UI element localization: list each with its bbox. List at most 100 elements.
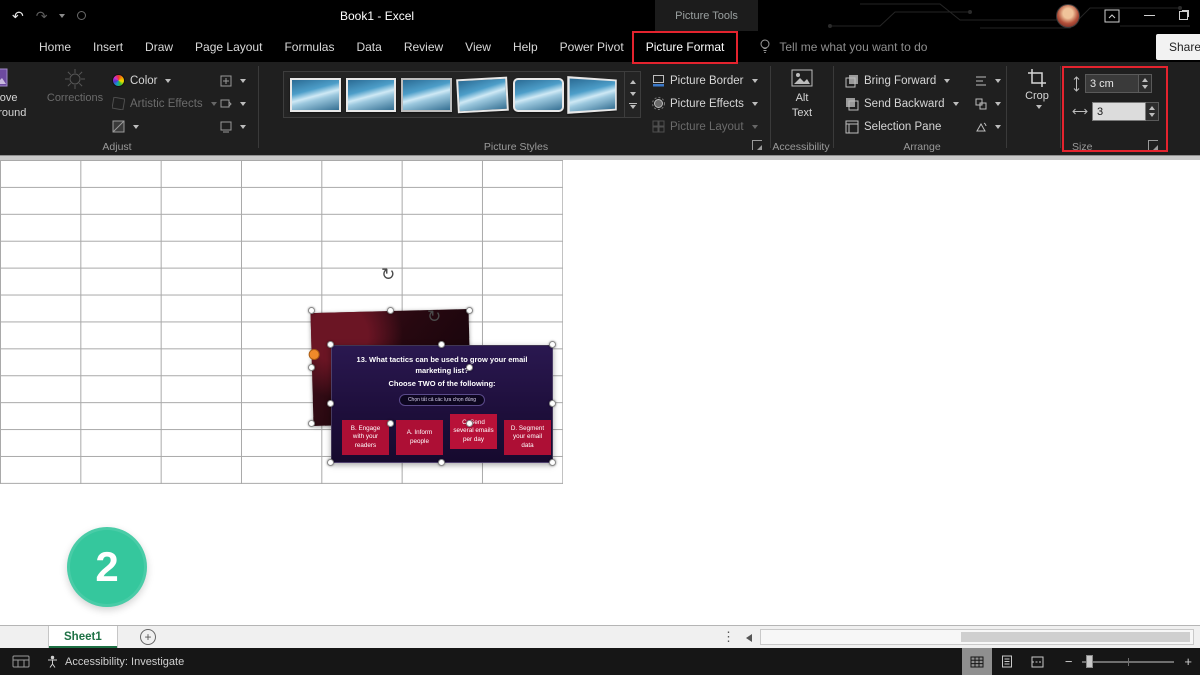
- tab-power-pivot[interactable]: Power Pivot: [549, 31, 635, 62]
- rotate-objects-button[interactable]: [975, 116, 1001, 137]
- scroll-left-icon[interactable]: [746, 634, 752, 642]
- spinner-down-icon[interactable]: [1149, 113, 1155, 117]
- selection-handle[interactable]: [466, 364, 473, 371]
- picture-badge-dot: [308, 349, 319, 360]
- bring-forward-button[interactable]: Bring Forward: [845, 70, 950, 91]
- picture-effects-button[interactable]: Picture Effects: [652, 93, 758, 114]
- selection-handle[interactable]: [327, 459, 334, 466]
- status-mode-icon[interactable]: [12, 655, 30, 668]
- selection-handle[interactable]: [308, 364, 315, 371]
- group-objects-button[interactable]: [975, 93, 1001, 114]
- selection-handle[interactable]: [308, 420, 315, 427]
- tab-help[interactable]: Help: [502, 31, 549, 62]
- compress-picture-button[interactable]: [220, 70, 246, 91]
- group-label-size: Size: [1072, 141, 1106, 153]
- selection-handle[interactable]: [327, 400, 334, 407]
- spinner-up-icon[interactable]: [1142, 78, 1148, 82]
- color-button[interactable]: Color: [112, 70, 171, 91]
- selected-picture-front[interactable]: 13. What tactics can be used to grow you…: [331, 345, 553, 463]
- accessibility-icon: [46, 655, 59, 668]
- dialog-launcher-icon[interactable]: [752, 140, 762, 150]
- tab-draw[interactable]: Draw: [134, 31, 184, 62]
- share-button[interactable]: Share: [1156, 34, 1200, 60]
- crop-button[interactable]: Crop: [1014, 68, 1060, 109]
- tab-picture-format[interactable]: Picture Format: [635, 31, 736, 62]
- selection-handle[interactable]: [549, 459, 556, 466]
- picture-style-thumbnail[interactable]: [456, 76, 508, 113]
- picture-style-thumbnail[interactable]: [401, 78, 452, 112]
- step-number-badge: 2: [67, 527, 147, 607]
- view-page-break-button[interactable]: [1022, 648, 1052, 675]
- selection-handle[interactable]: [466, 420, 473, 427]
- send-backward-button[interactable]: Send Backward: [845, 93, 959, 114]
- selection-handle[interactable]: [466, 307, 473, 314]
- artistic-effects-button[interactable]: Artistic Effects: [112, 93, 217, 114]
- undo-icon[interactable]: ↶: [12, 9, 24, 23]
- selection-handle[interactable]: [549, 400, 556, 407]
- restore-icon[interactable]: [1179, 11, 1188, 20]
- rotate-handle-icon[interactable]: ↻: [381, 266, 395, 283]
- tab-data[interactable]: Data: [345, 31, 392, 62]
- redo-icon[interactable]: ↷: [36, 9, 48, 23]
- selection-handle[interactable]: [549, 341, 556, 348]
- reset-picture-button[interactable]: [220, 116, 246, 137]
- tab-insert[interactable]: Insert: [82, 31, 134, 62]
- view-normal-button[interactable]: [962, 648, 992, 675]
- dialog-launcher-icon[interactable]: [1148, 140, 1158, 150]
- customize-qat-icon[interactable]: [59, 14, 65, 18]
- gallery-more-icon[interactable]: [629, 103, 637, 109]
- corrections-button[interactable]: Corrections: [42, 68, 108, 105]
- spinner-down-icon[interactable]: [1142, 85, 1148, 89]
- tell-me-box[interactable]: Tell me what you want to do: [759, 39, 927, 54]
- picture-style-thumbnail[interactable]: [290, 78, 341, 112]
- new-sheet-icon[interactable]: +: [140, 629, 156, 645]
- zoom-out-icon[interactable]: −: [1065, 655, 1073, 668]
- user-avatar[interactable]: [1056, 4, 1080, 28]
- accessibility-status[interactable]: Accessibility: Investigate: [46, 655, 184, 668]
- picture-border-button[interactable]: Picture Border: [652, 70, 758, 91]
- tab-formulas[interactable]: Formulas: [273, 31, 345, 62]
- selection-handle[interactable]: [387, 307, 394, 314]
- tab-page-layout[interactable]: Page Layout: [184, 31, 273, 62]
- gallery-down-icon[interactable]: [630, 92, 636, 96]
- change-picture-button[interactable]: [220, 93, 246, 114]
- selection-handle[interactable]: [438, 459, 445, 466]
- tab-home[interactable]: Home: [28, 31, 82, 62]
- view-page-layout-button[interactable]: [992, 648, 1022, 675]
- minimize-icon[interactable]: [1144, 15, 1155, 16]
- picture-style-thumbnail[interactable]: [513, 78, 564, 112]
- scrollbar-thumb[interactable]: [961, 632, 1190, 642]
- group-label-arrange: Arrange: [892, 141, 952, 153]
- gallery-up-icon[interactable]: [630, 80, 636, 84]
- spinner-up-icon[interactable]: [1149, 106, 1155, 110]
- shape-width-field[interactable]: [1092, 102, 1146, 121]
- selection-handle[interactable]: [327, 341, 334, 348]
- align-button[interactable]: [975, 70, 1001, 91]
- zoom-in-icon[interactable]: +: [1184, 655, 1192, 668]
- zoom-slider-thumb[interactable]: [1086, 655, 1093, 668]
- alt-text-button[interactable]: Alt Text: [777, 68, 827, 119]
- touch-mode-icon[interactable]: [77, 11, 86, 20]
- selection-handle[interactable]: [438, 341, 445, 348]
- sheet-menu-icon[interactable]: ⋮: [722, 629, 735, 645]
- selection-handle[interactable]: [387, 420, 394, 427]
- remove-background-button[interactable]: Remove Background: [0, 66, 42, 119]
- transparency-button[interactable]: [112, 116, 139, 137]
- tab-review[interactable]: Review: [393, 31, 454, 62]
- shape-height-field[interactable]: [1085, 74, 1139, 93]
- ribbon-display-options-icon[interactable]: [1104, 9, 1120, 23]
- sheet-tab-sheet1[interactable]: Sheet1: [48, 626, 118, 648]
- chevron-down-icon: [752, 102, 758, 106]
- selection-pane-button[interactable]: Selection Pane: [845, 116, 941, 137]
- worksheet-area: ↻ ↻ 13. What tactics can be used to grow…: [0, 160, 1200, 625]
- picture-style-thumbnail[interactable]: [567, 76, 616, 114]
- height-stepper[interactable]: [1139, 74, 1152, 93]
- picture-layout-button[interactable]: Picture Layout: [652, 116, 758, 137]
- picture-style-thumbnail[interactable]: [346, 78, 397, 112]
- zoom-slider[interactable]: [1082, 661, 1174, 663]
- tab-view[interactable]: View: [454, 31, 502, 62]
- selection-handle[interactable]: [308, 307, 315, 314]
- horizontal-scrollbar[interactable]: [760, 629, 1194, 645]
- width-stepper[interactable]: [1146, 102, 1159, 121]
- rotate-handle-icon[interactable]: ↻: [427, 308, 441, 325]
